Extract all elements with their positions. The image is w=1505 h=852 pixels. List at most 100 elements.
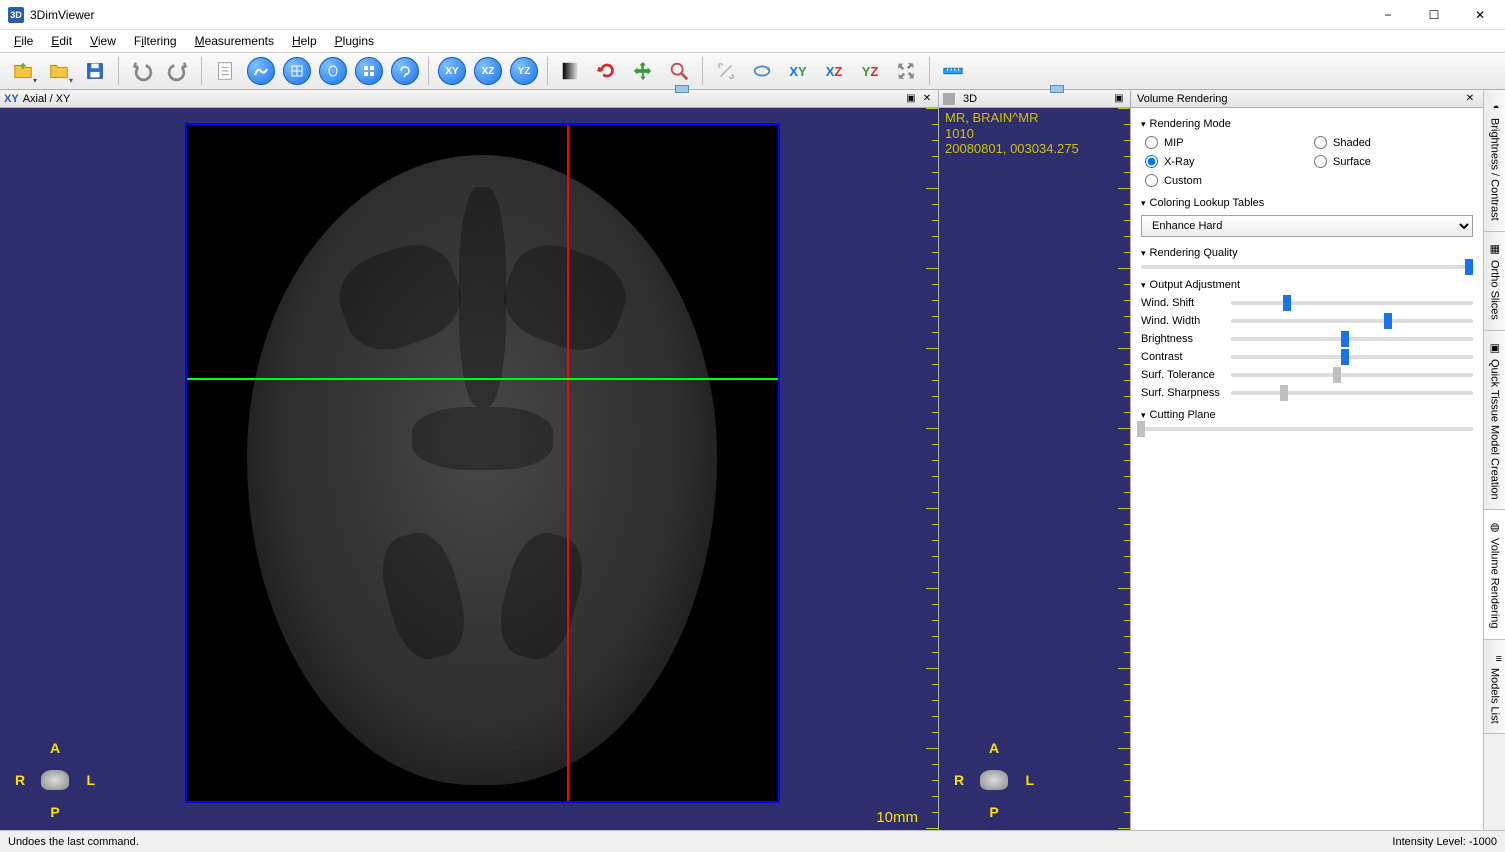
slider-label: Wind. Shift bbox=[1141, 297, 1231, 309]
slider-label: Brightness bbox=[1141, 333, 1231, 345]
cutting-header[interactable]: Cutting Plane bbox=[1141, 409, 1473, 421]
slider-label: Wind. Width bbox=[1141, 315, 1231, 327]
menu-measurements[interactable]: Measurements bbox=[187, 32, 282, 50]
menu-file[interactable]: File bbox=[6, 32, 41, 50]
slider-contrast[interactable] bbox=[1231, 355, 1473, 359]
slider-wind-shift[interactable] bbox=[1231, 301, 1473, 305]
ruler bbox=[923, 108, 938, 830]
workspace: XY Axial / XY ▣ ✕ bbox=[0, 90, 1505, 830]
dicom-meta: MR, BRAIN^MR 1010 20080801, 003034.275 bbox=[945, 110, 1079, 157]
rendering-mode-header[interactable]: Rendering Mode bbox=[1141, 118, 1473, 130]
render-mode-mip[interactable]: MIP bbox=[1145, 136, 1304, 149]
side-tab-quick-tissue-model-creation[interactable]: ▣Quick Tissue Model Creation bbox=[1484, 331, 1505, 511]
rotate-view-button[interactable] bbox=[745, 54, 779, 88]
slider-wind-width[interactable] bbox=[1231, 319, 1473, 323]
menu-edit[interactable]: Edit bbox=[43, 32, 80, 50]
reload-button[interactable] bbox=[590, 54, 624, 88]
coloring-select[interactable]: Enhance Hard bbox=[1141, 215, 1473, 237]
slider-surf-sharpness[interactable] bbox=[1231, 391, 1473, 395]
tab-icon: ◐ bbox=[1488, 100, 1502, 114]
side-tab-models-list[interactable]: ≡Models List bbox=[1484, 640, 1505, 735]
render-mode-shaded[interactable]: Shaded bbox=[1314, 136, 1473, 149]
xy-plane-button[interactable]: XY bbox=[435, 54, 469, 88]
redo-button[interactable] bbox=[161, 54, 195, 88]
volume-rendering-panel: Volume Rendering ✕ Rendering Mode MIP Sha… bbox=[1131, 90, 1483, 830]
quality-slider[interactable] bbox=[1141, 265, 1473, 269]
menu-view[interactable]: View bbox=[82, 32, 124, 50]
ruler-3d bbox=[1115, 108, 1130, 830]
move-button[interactable] bbox=[626, 54, 660, 88]
titlebar: 3D 3DimViewer − ☐ ✕ bbox=[0, 0, 1505, 30]
slider-label: Contrast bbox=[1141, 351, 1231, 363]
rendering-mode-section: Rendering Mode MIP Shaded X-Ray Surface Cust… bbox=[1141, 118, 1473, 187]
scan-image-box bbox=[185, 123, 780, 803]
render-mode-surface[interactable]: Surface bbox=[1314, 155, 1473, 168]
side-tabs: ◐Brightness / Contrast▦Ortho Slices▣Quic… bbox=[1483, 90, 1505, 830]
coloring-section: Coloring Lookup Tables Enhance Hard bbox=[1141, 197, 1473, 237]
quality-header[interactable]: Rendering Quality bbox=[1141, 247, 1473, 259]
tab-icon: ▣ bbox=[1488, 341, 1502, 355]
panel-close-icon[interactable]: ✕ bbox=[1463, 92, 1477, 106]
cut-button[interactable] bbox=[709, 54, 743, 88]
crosshair-vertical[interactable] bbox=[567, 125, 569, 801]
menubar: File Edit View Filtering Measurements He… bbox=[0, 30, 1505, 52]
cutting-section: Cutting Plane bbox=[1141, 409, 1473, 431]
render-mode-x-ray[interactable]: X-Ray bbox=[1145, 155, 1304, 168]
threed-slice-slider[interactable] bbox=[939, 85, 1130, 95]
ruler-tool-button[interactable] bbox=[936, 54, 970, 88]
open-folder-button[interactable] bbox=[42, 54, 76, 88]
open-file-button[interactable] bbox=[6, 54, 40, 88]
slider-label: Surf. Tolerance bbox=[1141, 369, 1231, 381]
yz-plane-button[interactable]: YZ bbox=[507, 54, 541, 88]
threed-viewport[interactable]: MR, BRAIN^MR 1010 20080801, 003034.275 A… bbox=[939, 108, 1130, 830]
brain-image bbox=[247, 155, 717, 785]
threed-view-pane: 3D ▣ MR, BRAIN^MR 1010 20080801, 003034.… bbox=[939, 90, 1131, 830]
axial-view-pane: XY Axial / XY ▣ ✕ bbox=[0, 90, 939, 830]
grid-button[interactable] bbox=[352, 54, 386, 88]
head-button[interactable] bbox=[316, 54, 350, 88]
gradient-button[interactable] bbox=[554, 54, 588, 88]
slider-brightness[interactable] bbox=[1231, 337, 1473, 341]
density-button[interactable] bbox=[244, 54, 278, 88]
app-icon: 3D bbox=[8, 7, 24, 23]
crosshair-horizontal[interactable] bbox=[187, 378, 778, 380]
axial-slice-slider[interactable] bbox=[0, 85, 938, 95]
tab-icon: ▦ bbox=[1488, 242, 1502, 256]
doc-button[interactable] bbox=[208, 54, 242, 88]
undo-button[interactable] bbox=[125, 54, 159, 88]
zoom-button[interactable] bbox=[662, 54, 696, 88]
save-button[interactable] bbox=[78, 54, 112, 88]
output-header[interactable]: Output Adjustment bbox=[1141, 279, 1473, 291]
slider-surf-tolerance[interactable] bbox=[1231, 373, 1473, 377]
lasso-button[interactable] bbox=[388, 54, 422, 88]
coloring-header[interactable]: Coloring Lookup Tables bbox=[1141, 197, 1473, 209]
minimize-button[interactable]: − bbox=[1365, 0, 1411, 30]
slices-button[interactable] bbox=[280, 54, 314, 88]
axial-view-header: XY Axial / XY ▣ ✕ bbox=[0, 90, 938, 108]
expand-button[interactable] bbox=[889, 54, 923, 88]
threed-view-header: 3D ▣ bbox=[939, 90, 1130, 108]
close-button[interactable]: ✕ bbox=[1457, 0, 1503, 30]
orientation-widget-axial: A P R L bbox=[15, 740, 95, 820]
statusbar: Undoes the last command. Intensity Level… bbox=[0, 830, 1505, 852]
menu-filtering[interactable]: Filtering bbox=[126, 32, 185, 50]
cutting-slider[interactable] bbox=[1141, 427, 1473, 431]
slider-label: Surf. Sharpness bbox=[1141, 387, 1231, 399]
panel-header: Volume Rendering ✕ bbox=[1131, 90, 1483, 108]
axial-viewport[interactable]: A P R L 10mm bbox=[0, 108, 938, 830]
side-tab-brightness-contrast[interactable]: ◐Brightness / Contrast bbox=[1484, 90, 1505, 232]
status-right: Intensity Level: -1000 bbox=[1392, 836, 1497, 848]
menu-help[interactable]: Help bbox=[284, 32, 325, 50]
render-mode-custom[interactable]: Custom bbox=[1145, 174, 1304, 187]
yz-text-button[interactable]: YZ bbox=[853, 54, 887, 88]
scale-label: 10mm bbox=[876, 809, 918, 826]
side-tab-volume-rendering[interactable]: ◍Volume Rendering bbox=[1484, 510, 1505, 640]
side-tab-ortho-slices[interactable]: ▦Ortho Slices bbox=[1484, 232, 1505, 331]
xy-text-button[interactable]: XY bbox=[781, 54, 815, 88]
status-left: Undoes the last command. bbox=[8, 836, 139, 848]
tab-icon: ◍ bbox=[1488, 520, 1502, 534]
menu-plugins[interactable]: Plugins bbox=[327, 32, 382, 50]
xz-text-button[interactable]: XZ bbox=[817, 54, 851, 88]
xz-plane-button[interactable]: XZ bbox=[471, 54, 505, 88]
maximize-button[interactable]: ☐ bbox=[1411, 0, 1457, 30]
